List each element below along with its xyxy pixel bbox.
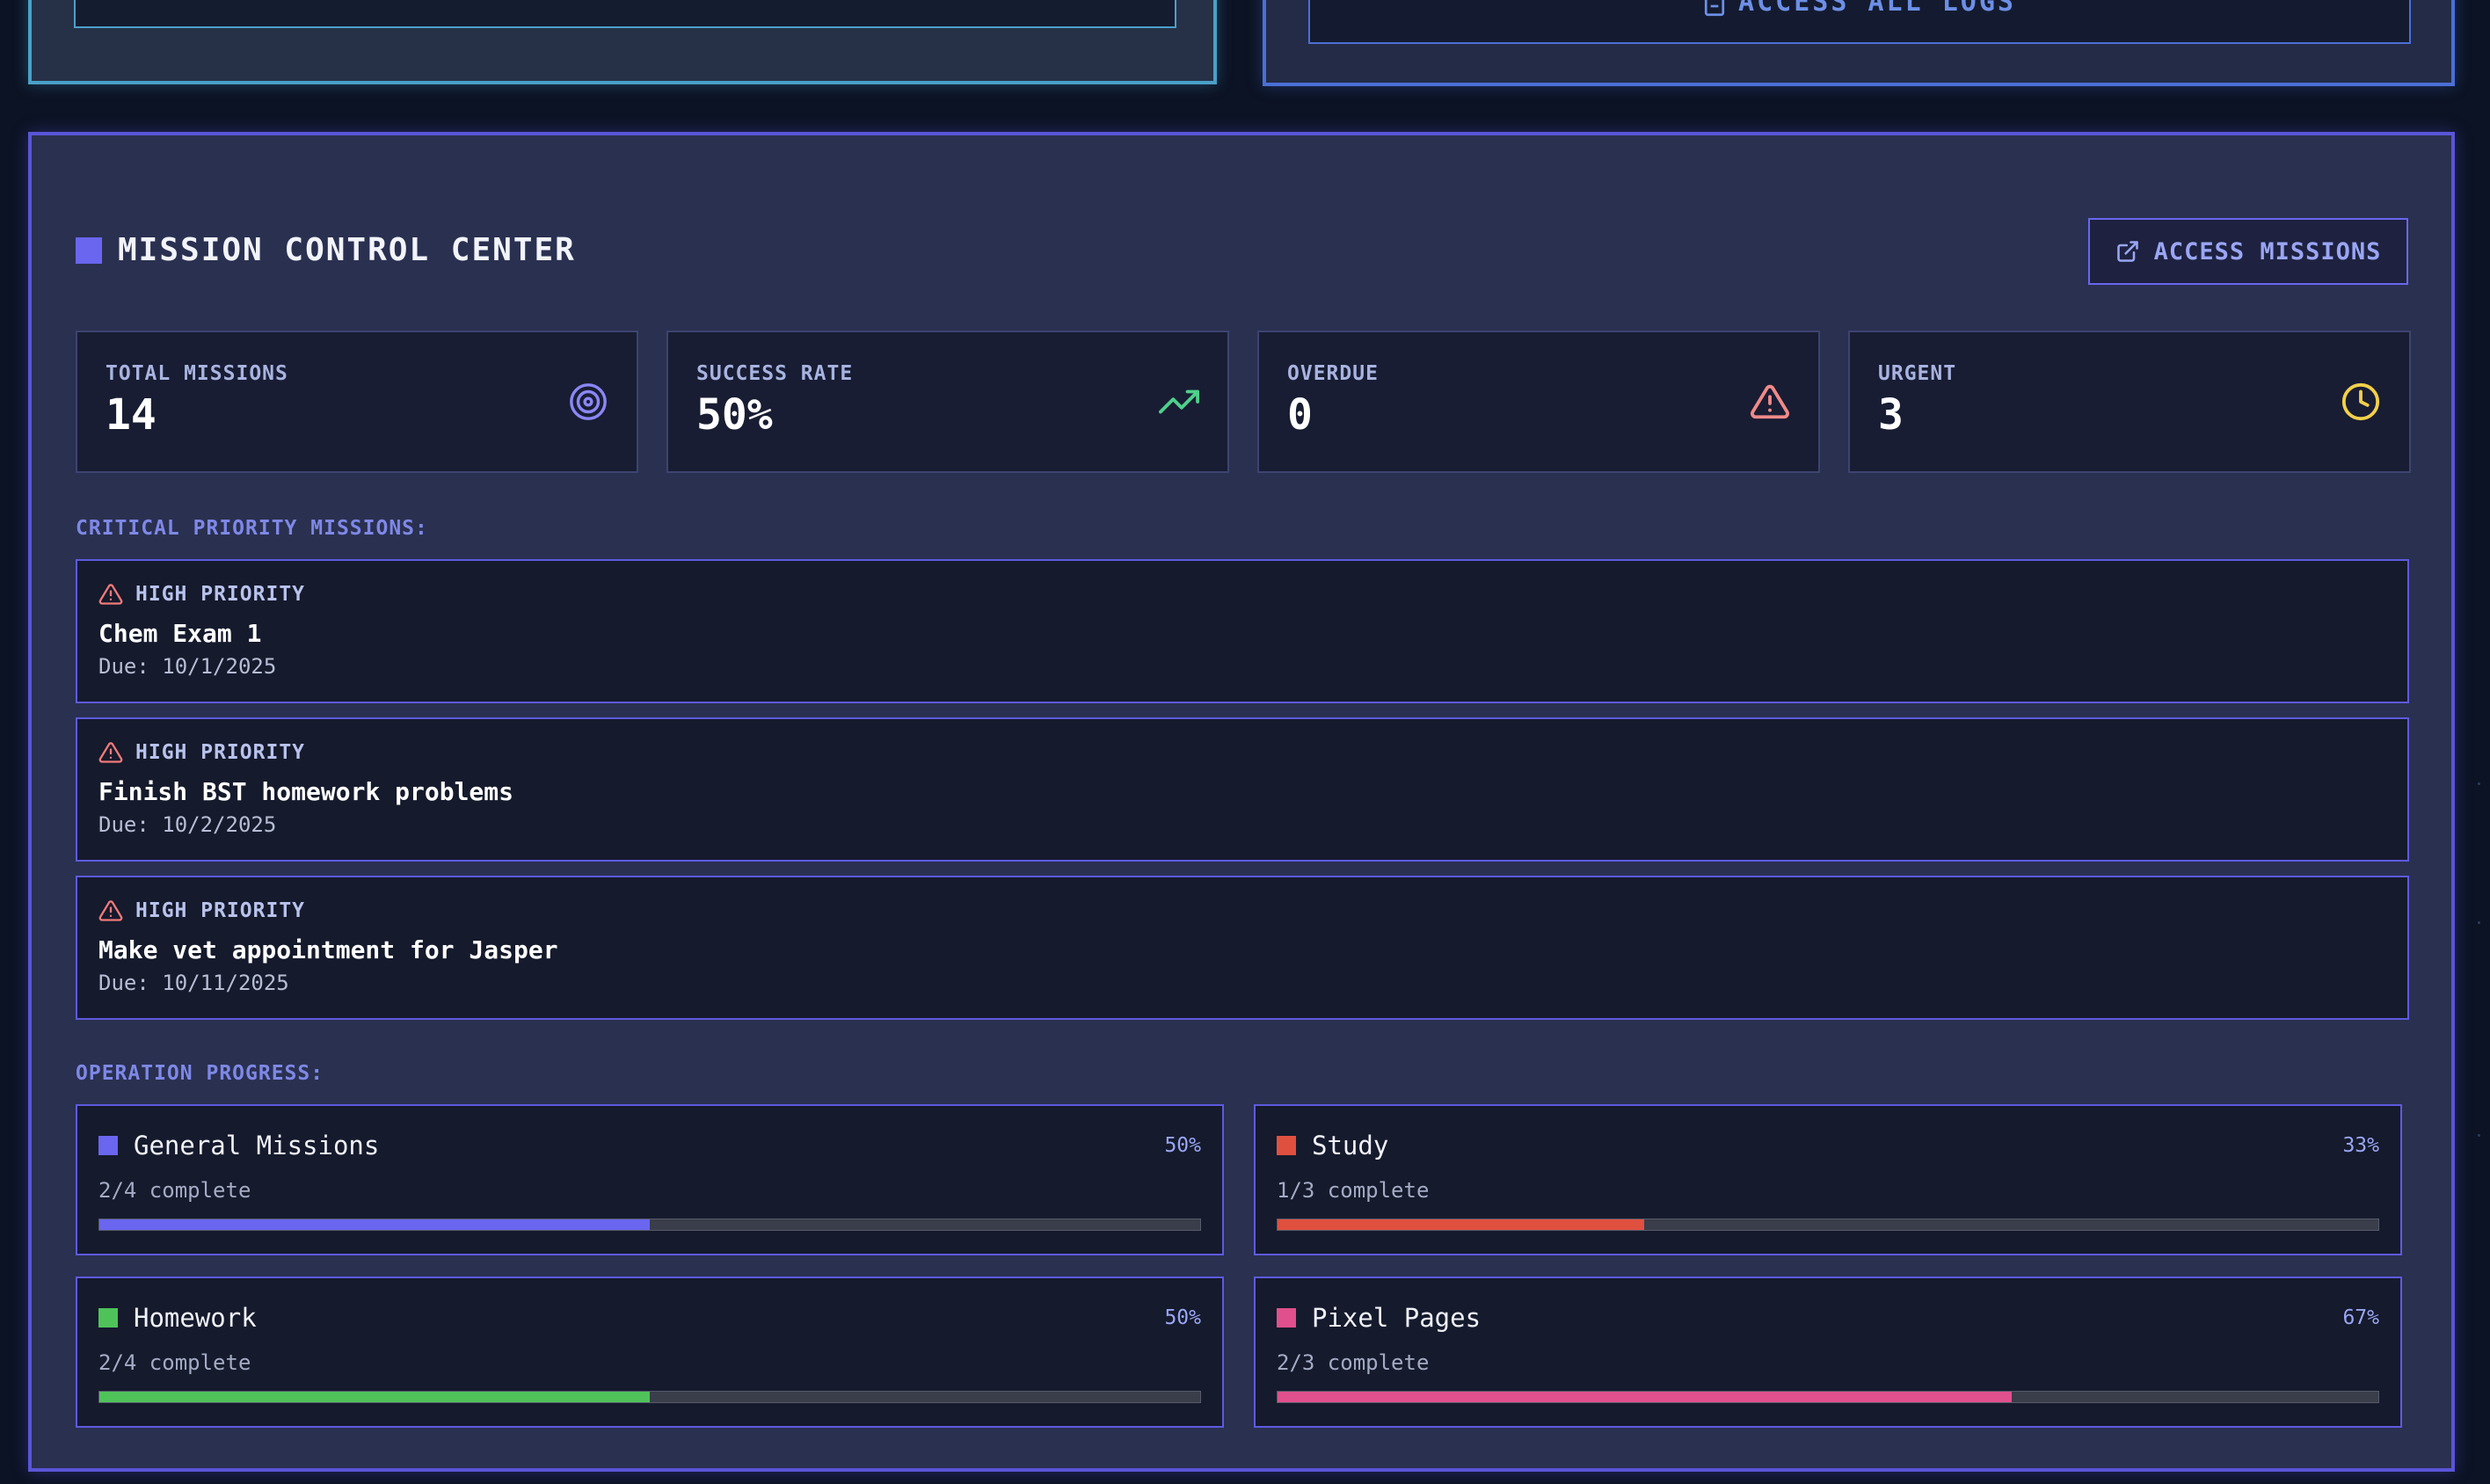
operation-name: Pixel Pages bbox=[1312, 1303, 1482, 1333]
critical-mission-item[interactable]: HIGH PRIORITY Finish BST homework proble… bbox=[76, 717, 2409, 862]
stat-value: 3 bbox=[1878, 390, 1904, 440]
mission-control-panel: MISSION CONTROL CENTER ACCESS MISSIONS T… bbox=[28, 132, 2455, 1472]
panel-title-text: MISSION CONTROL CENTER bbox=[118, 232, 576, 268]
operation-header: General Missions bbox=[98, 1131, 379, 1160]
priority-tag: HIGH PRIORITY bbox=[98, 898, 305, 923]
mission-name: Finish BST homework problems bbox=[98, 777, 514, 806]
progress-bar bbox=[98, 1218, 1201, 1231]
operation-percent: 67% bbox=[2342, 1306, 2379, 1329]
bg-dot bbox=[2478, 782, 2480, 785]
access-missions-label: ACCESS MISSIONS bbox=[2153, 237, 2382, 266]
operation-progress-heading: OPERATION PROGRESS: bbox=[76, 1062, 324, 1085]
operation-complete-count: 2/3 complete bbox=[1277, 1350, 1430, 1375]
operation-card-homework[interactable]: Homework 50% 2/4 complete bbox=[76, 1277, 1224, 1428]
target-icon bbox=[570, 383, 607, 420]
alert-triangle-icon bbox=[98, 742, 123, 763]
stat-card-success-rate: SUCCESS RATE 50% bbox=[666, 331, 1229, 473]
top-left-inner-box bbox=[74, 0, 1176, 28]
alert-triangle-icon bbox=[1751, 384, 1789, 419]
operation-header: Study bbox=[1277, 1131, 1388, 1160]
operation-percent: 33% bbox=[2342, 1134, 2379, 1157]
progress-bar bbox=[98, 1391, 1201, 1403]
clock-icon bbox=[2341, 382, 2380, 421]
operation-header: Pixel Pages bbox=[1277, 1303, 1481, 1333]
category-color-swatch bbox=[1277, 1136, 1296, 1155]
operation-card-study[interactable]: Study 33% 1/3 complete bbox=[1254, 1104, 2402, 1255]
title-square-icon bbox=[76, 236, 102, 264]
stat-card-urgent: URGENT 3 bbox=[1848, 331, 2411, 473]
bg-dot bbox=[2478, 1134, 2480, 1137]
category-color-swatch bbox=[98, 1136, 118, 1155]
mission-due-date: Due: 10/1/2025 bbox=[98, 654, 277, 679]
progress-bar bbox=[1277, 1391, 2379, 1403]
category-color-swatch bbox=[1277, 1308, 1296, 1328]
priority-label: HIGH PRIORITY bbox=[135, 583, 306, 606]
top-left-panel bbox=[28, 0, 1217, 84]
critical-mission-item[interactable]: HIGH PRIORITY Make vet appointment for J… bbox=[76, 876, 2409, 1020]
critical-missions-heading: CRITICAL PRIORITY MISSIONS: bbox=[76, 517, 428, 540]
operation-complete-count: 1/3 complete bbox=[1277, 1178, 1430, 1203]
alert-triangle-icon bbox=[98, 900, 123, 921]
operation-percent: 50% bbox=[1164, 1306, 1201, 1329]
operation-name: Study bbox=[1312, 1131, 1389, 1160]
mission-name: Chem Exam 1 bbox=[98, 619, 262, 648]
priority-label: HIGH PRIORITY bbox=[135, 741, 306, 764]
progress-bar-fill bbox=[99, 1219, 650, 1230]
mission-due-date: Due: 10/11/2025 bbox=[98, 971, 289, 995]
access-all-logs-button[interactable]: ACCESS ALL LOGS bbox=[1308, 0, 2411, 44]
progress-bar bbox=[1277, 1218, 2379, 1231]
external-link-icon bbox=[2116, 241, 2138, 262]
top-right-panel: ACCESS ALL LOGS bbox=[1263, 0, 2455, 86]
bg-dot bbox=[2478, 921, 2480, 924]
operation-name: General Missions bbox=[134, 1131, 380, 1160]
stat-value: 50% bbox=[696, 390, 773, 440]
panel-title: MISSION CONTROL CENTER bbox=[76, 232, 576, 268]
alert-triangle-icon bbox=[98, 584, 123, 605]
stat-card-overdue: OVERDUE 0 bbox=[1257, 331, 1820, 473]
operation-complete-count: 2/4 complete bbox=[98, 1178, 251, 1203]
stat-label: SUCCESS RATE bbox=[696, 362, 854, 385]
mission-due-date: Due: 10/2/2025 bbox=[98, 812, 277, 837]
trending-up-icon bbox=[1159, 389, 1199, 414]
operation-card-pixel-pages[interactable]: Pixel Pages 67% 2/3 complete bbox=[1254, 1277, 2402, 1428]
stat-label: URGENT bbox=[1878, 362, 1957, 385]
progress-bar-fill bbox=[1278, 1219, 1644, 1230]
operation-header: Homework bbox=[98, 1303, 257, 1333]
operation-percent: 50% bbox=[1164, 1134, 1201, 1157]
stat-label: OVERDUE bbox=[1287, 362, 1379, 385]
log-icon bbox=[1704, 0, 1725, 17]
progress-bar-fill bbox=[1278, 1392, 2013, 1402]
priority-label: HIGH PRIORITY bbox=[135, 899, 306, 922]
operation-complete-count: 2/4 complete bbox=[98, 1350, 251, 1375]
stat-label: TOTAL MISSIONS bbox=[106, 362, 288, 385]
operation-card-general-missions[interactable]: General Missions 50% 2/4 complete bbox=[76, 1104, 1224, 1255]
access-missions-button[interactable]: ACCESS MISSIONS bbox=[2088, 218, 2408, 285]
priority-tag: HIGH PRIORITY bbox=[98, 740, 305, 765]
critical-mission-item[interactable]: HIGH PRIORITY Chem Exam 1 Due: 10/1/2025 bbox=[76, 559, 2409, 703]
mission-name: Make vet appointment for Jasper bbox=[98, 935, 558, 964]
access-all-logs-label: ACCESS ALL LOGS bbox=[1738, 0, 2016, 18]
category-color-swatch bbox=[98, 1308, 118, 1328]
priority-tag: HIGH PRIORITY bbox=[98, 582, 305, 607]
stat-card-total-missions: TOTAL MISSIONS 14 bbox=[76, 331, 638, 473]
stat-value: 14 bbox=[106, 390, 157, 440]
stat-value: 0 bbox=[1287, 390, 1313, 440]
progress-bar-fill bbox=[99, 1392, 650, 1402]
operation-name: Homework bbox=[134, 1303, 257, 1333]
